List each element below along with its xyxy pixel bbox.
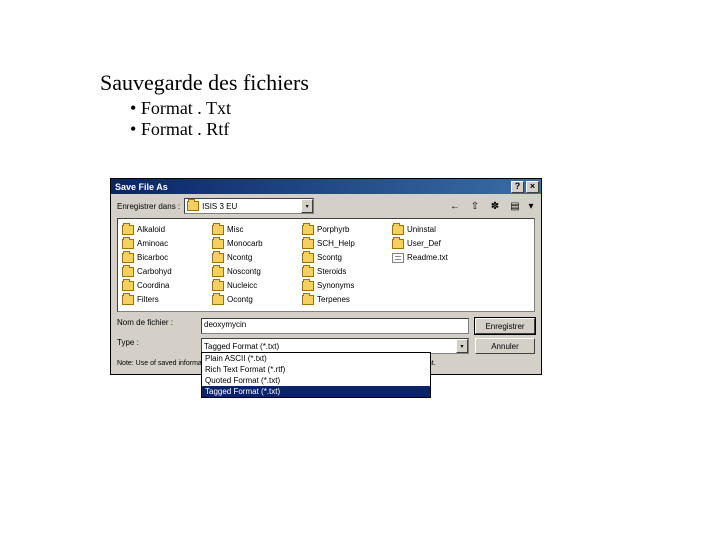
- folder-icon: [212, 281, 224, 291]
- folder-icon: [302, 281, 314, 291]
- file-name: Misc: [227, 225, 243, 234]
- folder-icon: [212, 267, 224, 277]
- list-item[interactable]: Aminoac: [122, 237, 208, 250]
- folder-icon: [212, 225, 224, 235]
- folder-icon: [212, 253, 224, 263]
- file-name: User_Def: [407, 239, 441, 248]
- chevron-down-icon[interactable]: ▾: [456, 339, 468, 353]
- text-file-icon: [392, 253, 404, 263]
- back-button[interactable]: ←: [447, 198, 463, 214]
- views-button[interactable]: ▤: [507, 198, 523, 214]
- folder-icon: [187, 201, 199, 211]
- file-name: SCH_Help: [317, 239, 355, 248]
- slide-title: Sauvegarde des fichiers: [100, 70, 720, 96]
- type-dropdown-list[interactable]: Plain ASCII (*.txt)Rich Text Format (*.r…: [201, 352, 431, 398]
- chevron-down-icon[interactable]: ▾: [301, 199, 313, 213]
- list-item[interactable]: Noscontg: [212, 265, 298, 278]
- file-name: Ocontg: [227, 295, 253, 304]
- list-item[interactable]: Carbohyd: [122, 265, 208, 278]
- file-name: Nucleicc: [227, 281, 257, 290]
- folder-icon: [392, 225, 404, 235]
- folder-icon: [212, 239, 224, 249]
- file-name: Noscontg: [227, 267, 261, 276]
- file-name: Bicarboc: [137, 253, 168, 262]
- list-item[interactable]: Bicarboc: [122, 251, 208, 264]
- file-name: Aminoac: [137, 239, 168, 248]
- filename-label: Nom de fichier :: [117, 318, 195, 327]
- list-item[interactable]: Readme.txt: [392, 251, 478, 264]
- folder-icon: [302, 239, 314, 249]
- file-name: Alkaloid: [137, 225, 165, 234]
- folder-icon: [302, 267, 314, 277]
- views-dropdown-button[interactable]: ▾: [527, 198, 535, 214]
- look-in-combo[interactable]: ISIS 3 EU ▾: [184, 198, 314, 214]
- folder-icon: [122, 253, 134, 263]
- type-label: Type :: [117, 338, 195, 347]
- titlebar[interactable]: Save File As ? ×: [111, 179, 541, 194]
- list-item[interactable]: Ncontg: [212, 251, 298, 264]
- slide-bullets: Format . Txt Format . Rtf: [100, 98, 720, 140]
- list-item[interactable]: User_Def: [392, 237, 478, 250]
- type-value: Tagged Format (*.txt): [204, 342, 279, 351]
- list-item[interactable]: Steroids: [302, 265, 388, 278]
- file-list[interactable]: Alkaloid Aminoac Bicarboc Carbohyd Coordina F…: [117, 218, 535, 312]
- file-name: Monocarb: [227, 239, 263, 248]
- file-name: Carbohyd: [137, 267, 172, 276]
- type-option[interactable]: Plain ASCII (*.txt): [202, 353, 430, 364]
- toolbar: Enregistrer dans : ISIS 3 EU ▾ ← ⇧ ✽ ▤ ▾: [111, 194, 541, 218]
- list-item[interactable]: Alkaloid: [122, 223, 208, 236]
- folder-icon: [122, 281, 134, 291]
- look-in-value: ISIS 3 EU: [202, 202, 237, 211]
- save-file-dialog: Save File As ? × Enregistrer dans : ISIS…: [110, 178, 542, 375]
- folder-icon: [392, 239, 404, 249]
- file-name: Steroids: [317, 267, 346, 276]
- folder-icon: [302, 253, 314, 263]
- folder-icon: [302, 295, 314, 305]
- file-name: Ncontg: [227, 253, 252, 262]
- cancel-button[interactable]: Annuler: [475, 338, 535, 354]
- folder-icon: [122, 295, 134, 305]
- list-item[interactable]: Filters: [122, 293, 208, 306]
- folder-icon: [212, 295, 224, 305]
- bullet-rtf: Format . Rtf: [130, 119, 720, 140]
- close-button[interactable]: ×: [526, 181, 539, 193]
- list-item[interactable]: Misc: [212, 223, 298, 236]
- list-item[interactable]: Ocontg: [212, 293, 298, 306]
- file-name: Filters: [137, 295, 159, 304]
- list-item[interactable]: Uninstal: [392, 223, 478, 236]
- bullet-txt: Format . Txt: [130, 98, 720, 119]
- folder-icon: [122, 225, 134, 235]
- dialog-bottom: Nom de fichier : deoxymycin Enregistrer …: [111, 312, 541, 374]
- file-name: Coordina: [137, 281, 169, 290]
- new-folder-button[interactable]: ✽: [487, 198, 503, 214]
- list-item[interactable]: Coordina: [122, 279, 208, 292]
- filename-input[interactable]: deoxymycin: [201, 318, 469, 334]
- list-item[interactable]: Synonyms: [302, 279, 388, 292]
- file-name: Porphyrb: [317, 225, 349, 234]
- type-option[interactable]: Tagged Format (*.txt): [202, 386, 430, 397]
- file-name: Scontg: [317, 253, 342, 262]
- list-item[interactable]: Scontg: [302, 251, 388, 264]
- save-button[interactable]: Enregistrer: [475, 318, 535, 334]
- list-item[interactable]: Porphyrb: [302, 223, 388, 236]
- file-name: Readme.txt: [407, 253, 448, 262]
- up-one-level-button[interactable]: ⇧: [467, 198, 483, 214]
- folder-icon: [302, 225, 314, 235]
- list-item[interactable]: Monocarb: [212, 237, 298, 250]
- list-item[interactable]: SCH_Help: [302, 237, 388, 250]
- list-item[interactable]: Terpenes: [302, 293, 388, 306]
- help-button[interactable]: ?: [511, 181, 524, 193]
- file-name: Uninstal: [407, 225, 436, 234]
- folder-icon: [122, 267, 134, 277]
- dialog-title: Save File As: [115, 182, 168, 192]
- file-name: Synonyms: [317, 281, 354, 290]
- type-option[interactable]: Rich Text Format (*.rtf): [202, 364, 430, 375]
- look-in-label: Enregistrer dans :: [117, 202, 180, 211]
- list-item[interactable]: Nucleicc: [212, 279, 298, 292]
- type-option[interactable]: Quoted Format (*.txt): [202, 375, 430, 386]
- file-name: Terpenes: [317, 295, 350, 304]
- folder-icon: [122, 239, 134, 249]
